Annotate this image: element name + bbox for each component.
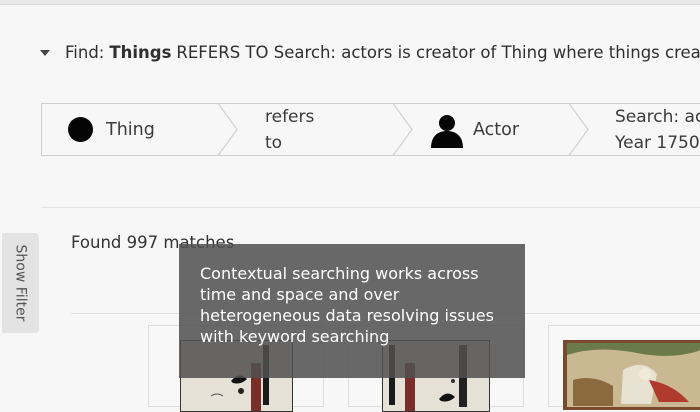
find-prefix: Find: [65, 42, 105, 62]
query-breadcrumb: Thing refers to Actor Search: act Year 1… [41, 103, 700, 156]
circle-icon [68, 117, 93, 142]
result-card[interactable] [548, 325, 700, 410]
breadcrumb-refers-to[interactable]: refers to [265, 104, 314, 155]
breadcrumb-label-line2: to [265, 132, 283, 153]
show-filter-label: Show Filter [12, 244, 29, 322]
top-bar [0, 0, 700, 5]
breadcrumb-label-line1: Search: act [615, 106, 700, 127]
find-summary[interactable]: Find: Things REFERS TO Search: actors is… [40, 40, 700, 64]
breadcrumb-actor[interactable]: Actor [429, 104, 519, 155]
breadcrumb-label: Actor [473, 119, 520, 140]
find-query: REFERS TO Search: actors is creator of T… [176, 42, 700, 62]
person-icon [431, 114, 463, 148]
feature-tooltip: Contextual searching works across time a… [179, 244, 525, 378]
chevron-right-icon [568, 104, 589, 155]
divider [41, 207, 700, 208]
show-filter-tab[interactable]: Show Filter [2, 233, 39, 333]
caret-down-icon[interactable] [40, 50, 50, 56]
breadcrumb-search[interactable]: Search: act Year 1750 [615, 104, 700, 155]
breadcrumb-label-line1: refers [265, 106, 315, 127]
chevron-right-icon [392, 104, 413, 155]
breadcrumb-thing[interactable]: Thing [68, 104, 155, 155]
chevron-right-icon [217, 104, 238, 155]
find-subject: Things [109, 42, 172, 62]
breadcrumb-label: Thing [106, 119, 155, 140]
breadcrumb-label-line2: Year 1750 [615, 132, 700, 153]
